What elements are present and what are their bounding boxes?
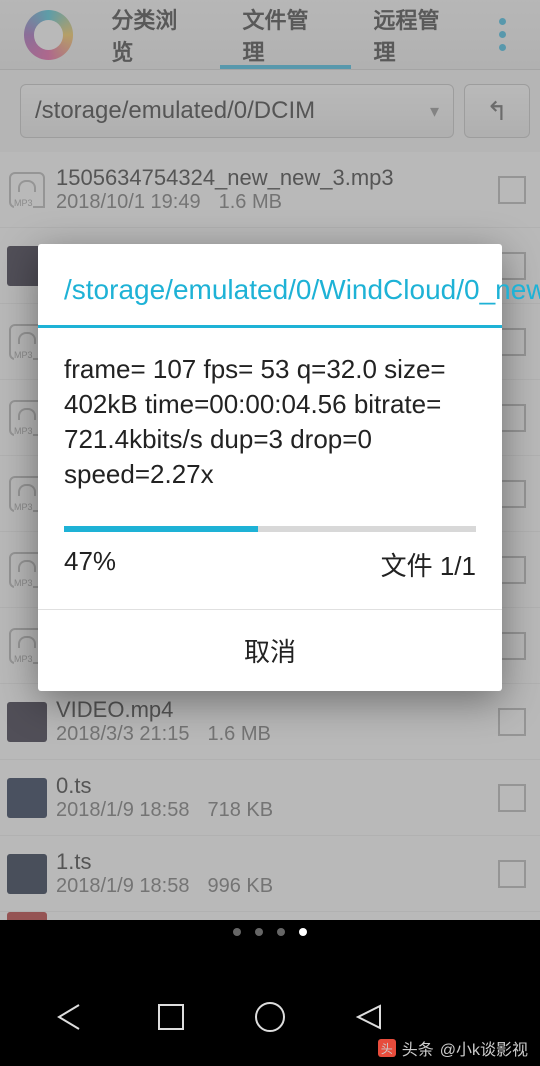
cancel-button[interactable]: 取消 [38,609,502,691]
dialog-title: /storage/emulated/0/WindCloud/0_new_2.mp… [38,244,502,325]
watermark: 头 头条 @小k谈影视 [378,1036,528,1060]
nav-back-icon[interactable] [53,1003,89,1031]
progress-percent: 47% [64,546,116,583]
nav-recent-icon[interactable] [156,1002,186,1032]
pager-dots [0,920,540,936]
dialog-body: frame= 107 fps= 53 q=32.0 size= 402kB ti… [38,328,502,520]
watermark-author: @小k谈影视 [440,1036,528,1060]
nav-home-icon[interactable] [253,1000,287,1034]
watermark-logo-icon: 头 [378,1039,396,1057]
system-navbar: 头 头条 @小k谈影视 [0,920,540,1066]
progress-dialog: /storage/emulated/0/WindCloud/0_new_2.mp… [38,244,502,691]
watermark-source: 头条 [402,1036,434,1060]
nav-menu-icon[interactable] [354,1002,384,1032]
progress-file-count: 文件 1/1 [381,546,476,583]
